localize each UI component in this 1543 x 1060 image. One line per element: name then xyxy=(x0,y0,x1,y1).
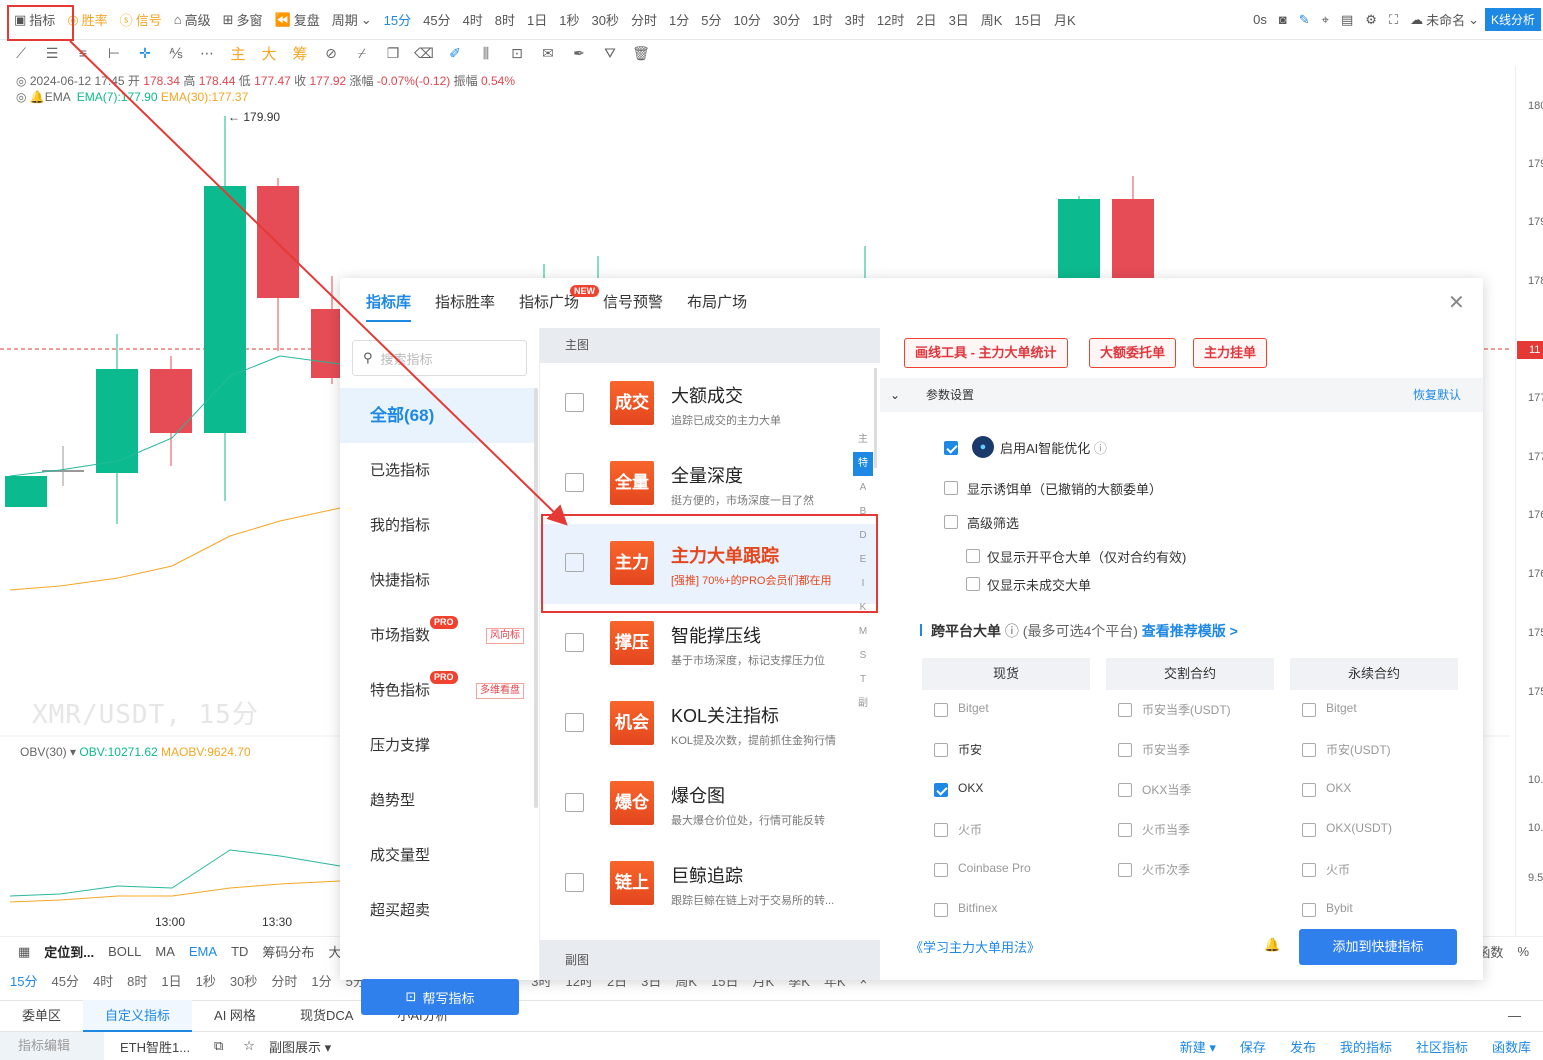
annotation-arrow xyxy=(69,40,568,526)
